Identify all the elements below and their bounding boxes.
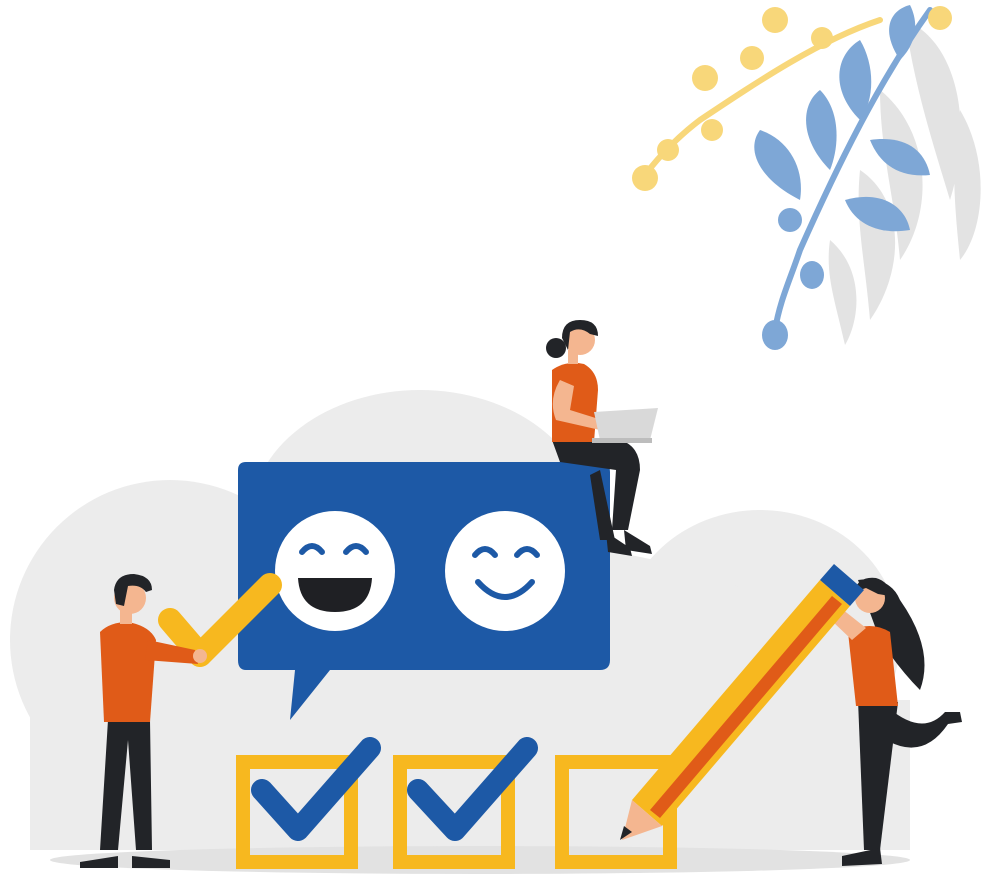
laughing-face-icon [275, 511, 395, 631]
illustration-canvas [10, 5, 981, 874]
foliage-decoration [632, 5, 981, 350]
feedback-illustration [0, 0, 989, 884]
smiling-face-icon [445, 511, 565, 631]
